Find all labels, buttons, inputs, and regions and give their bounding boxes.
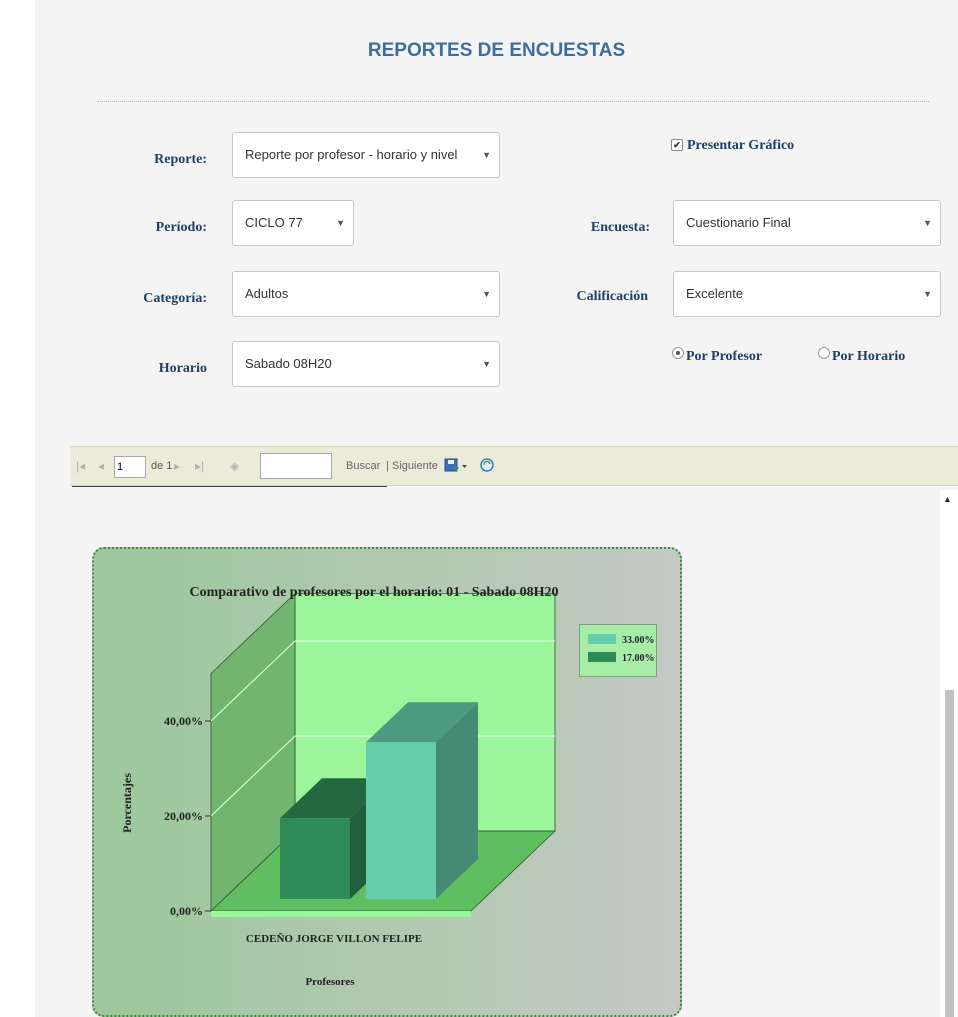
legend-label-2: 17.00% xyxy=(622,653,655,664)
y-tick-label: 40,00% xyxy=(164,714,203,728)
periodo-label: Período: xyxy=(155,220,207,235)
radio-unselected-icon xyxy=(818,347,830,359)
calificacion-label: Calificación xyxy=(576,289,648,304)
save-export-icon[interactable] xyxy=(444,458,468,474)
categoria-label: Categoría: xyxy=(143,291,207,306)
back-icon[interactable]: ◈ xyxy=(230,459,239,473)
find-separator: | xyxy=(386,460,389,472)
x-axis-label: Profesores xyxy=(305,976,355,988)
next-page-icon[interactable]: ▸ xyxy=(174,459,180,473)
horario-label: Horario xyxy=(158,361,207,376)
chevron-down-icon: ▼ xyxy=(482,359,491,369)
y-axis-label: Porcentajes xyxy=(120,773,134,833)
por-horario-radio[interactable]: Por Horario xyxy=(818,347,905,365)
chart-container: 0,00% 20,00% 40,00% Comparativo de profesor… xyxy=(92,547,682,1017)
chevron-down-icon: ▼ xyxy=(336,218,345,228)
por-profesor-label: Por Profesor xyxy=(686,349,763,364)
report-scrollbar[interactable]: ▲ xyxy=(940,490,958,1017)
chart-floor-edge xyxy=(211,911,471,917)
chevron-down-icon: ▼ xyxy=(482,150,491,160)
chevron-down-icon: ▼ xyxy=(482,289,491,299)
first-page-icon[interactable]: |◂ xyxy=(76,459,85,473)
y-tick-label: 20,00% xyxy=(164,809,203,823)
y-tick-label: 0,00% xyxy=(170,904,203,918)
chart-legend: 33.00% 17.00% xyxy=(579,624,657,677)
bar xyxy=(366,742,436,899)
page-number-input[interactable] xyxy=(114,456,146,478)
periodo-select[interactable]: CICLO 77 ▼ xyxy=(232,200,354,246)
chevron-down-icon: ▼ xyxy=(923,218,932,228)
reporte-value: Reporte por profesor - horario y nivel xyxy=(245,147,458,162)
last-page-icon[interactable]: ▸| xyxy=(195,459,204,473)
page-title: REPORTES DE ENCUESTAS xyxy=(367,40,626,61)
check-icon: ✔ xyxy=(671,139,683,151)
legend-entry-2: 17.00% xyxy=(588,652,655,664)
find-link[interactable]: Buscar xyxy=(346,460,380,472)
chevron-down-icon: ▼ xyxy=(923,289,932,299)
presentar-grafico-checkbox[interactable]: ✔ Presentar Gráfico xyxy=(671,138,794,154)
toolbar-underline xyxy=(72,486,387,487)
periodo-value: CICLO 77 xyxy=(245,215,303,230)
legend-swatch-2 xyxy=(588,652,616,662)
horario-select[interactable]: Sabado 08H20 ▼ xyxy=(232,341,500,387)
encuesta-label: Encuesta: xyxy=(590,220,650,235)
reporte-select[interactable]: Reporte por profesor - horario y nivel ▼ xyxy=(232,132,500,178)
page-of-label: de 1 xyxy=(151,460,173,472)
legend-swatch-1 xyxy=(588,634,616,644)
categoria-value: Adultos xyxy=(245,286,289,301)
bar-chart: 0,00% 20,00% 40,00% Comparativo de profesor… xyxy=(120,585,559,988)
radio-selected-icon xyxy=(672,347,684,359)
previous-page-icon[interactable]: ◂ xyxy=(98,459,104,473)
encuesta-value: Cuestionario Final xyxy=(686,215,791,230)
x-category-labels: CEDEÑO JORGE VILLON FELIPE xyxy=(246,933,422,945)
refresh-icon[interactable] xyxy=(480,456,496,474)
por-profesor-radio[interactable]: Por Profesor xyxy=(672,347,762,365)
horario-value: Sabado 08H20 xyxy=(245,356,332,371)
encuesta-select[interactable]: Cuestionario Final ▼ xyxy=(673,200,941,246)
legend-label-1: 33.00% xyxy=(622,635,655,646)
reporte-label: Reporte: xyxy=(154,152,207,167)
calificacion-value: Excelente xyxy=(686,286,744,301)
chart-title: Comparativo de profesores por el horario… xyxy=(189,585,558,600)
find-next-link[interactable]: Siguiente xyxy=(392,460,438,472)
find-input[interactable] xyxy=(260,453,332,479)
scroll-up-icon[interactable]: ▲ xyxy=(943,494,952,504)
por-horario-label: Por Horario xyxy=(832,349,906,364)
presentar-grafico-label: Presentar Gráfico xyxy=(687,138,795,153)
scrollbar-thumb[interactable] xyxy=(945,690,954,1017)
bar xyxy=(280,818,350,899)
legend-entry-1: 33.00% xyxy=(588,634,655,646)
categoria-select[interactable]: Adultos ▼ xyxy=(232,271,500,317)
report-viewer-toolbar: |◂ ◂ de 1 ▸ ▸| ◈ Buscar | Siguiente xyxy=(70,446,958,486)
title-separator xyxy=(97,101,929,102)
calificacion-select[interactable]: Excelente ▼ xyxy=(673,271,941,317)
